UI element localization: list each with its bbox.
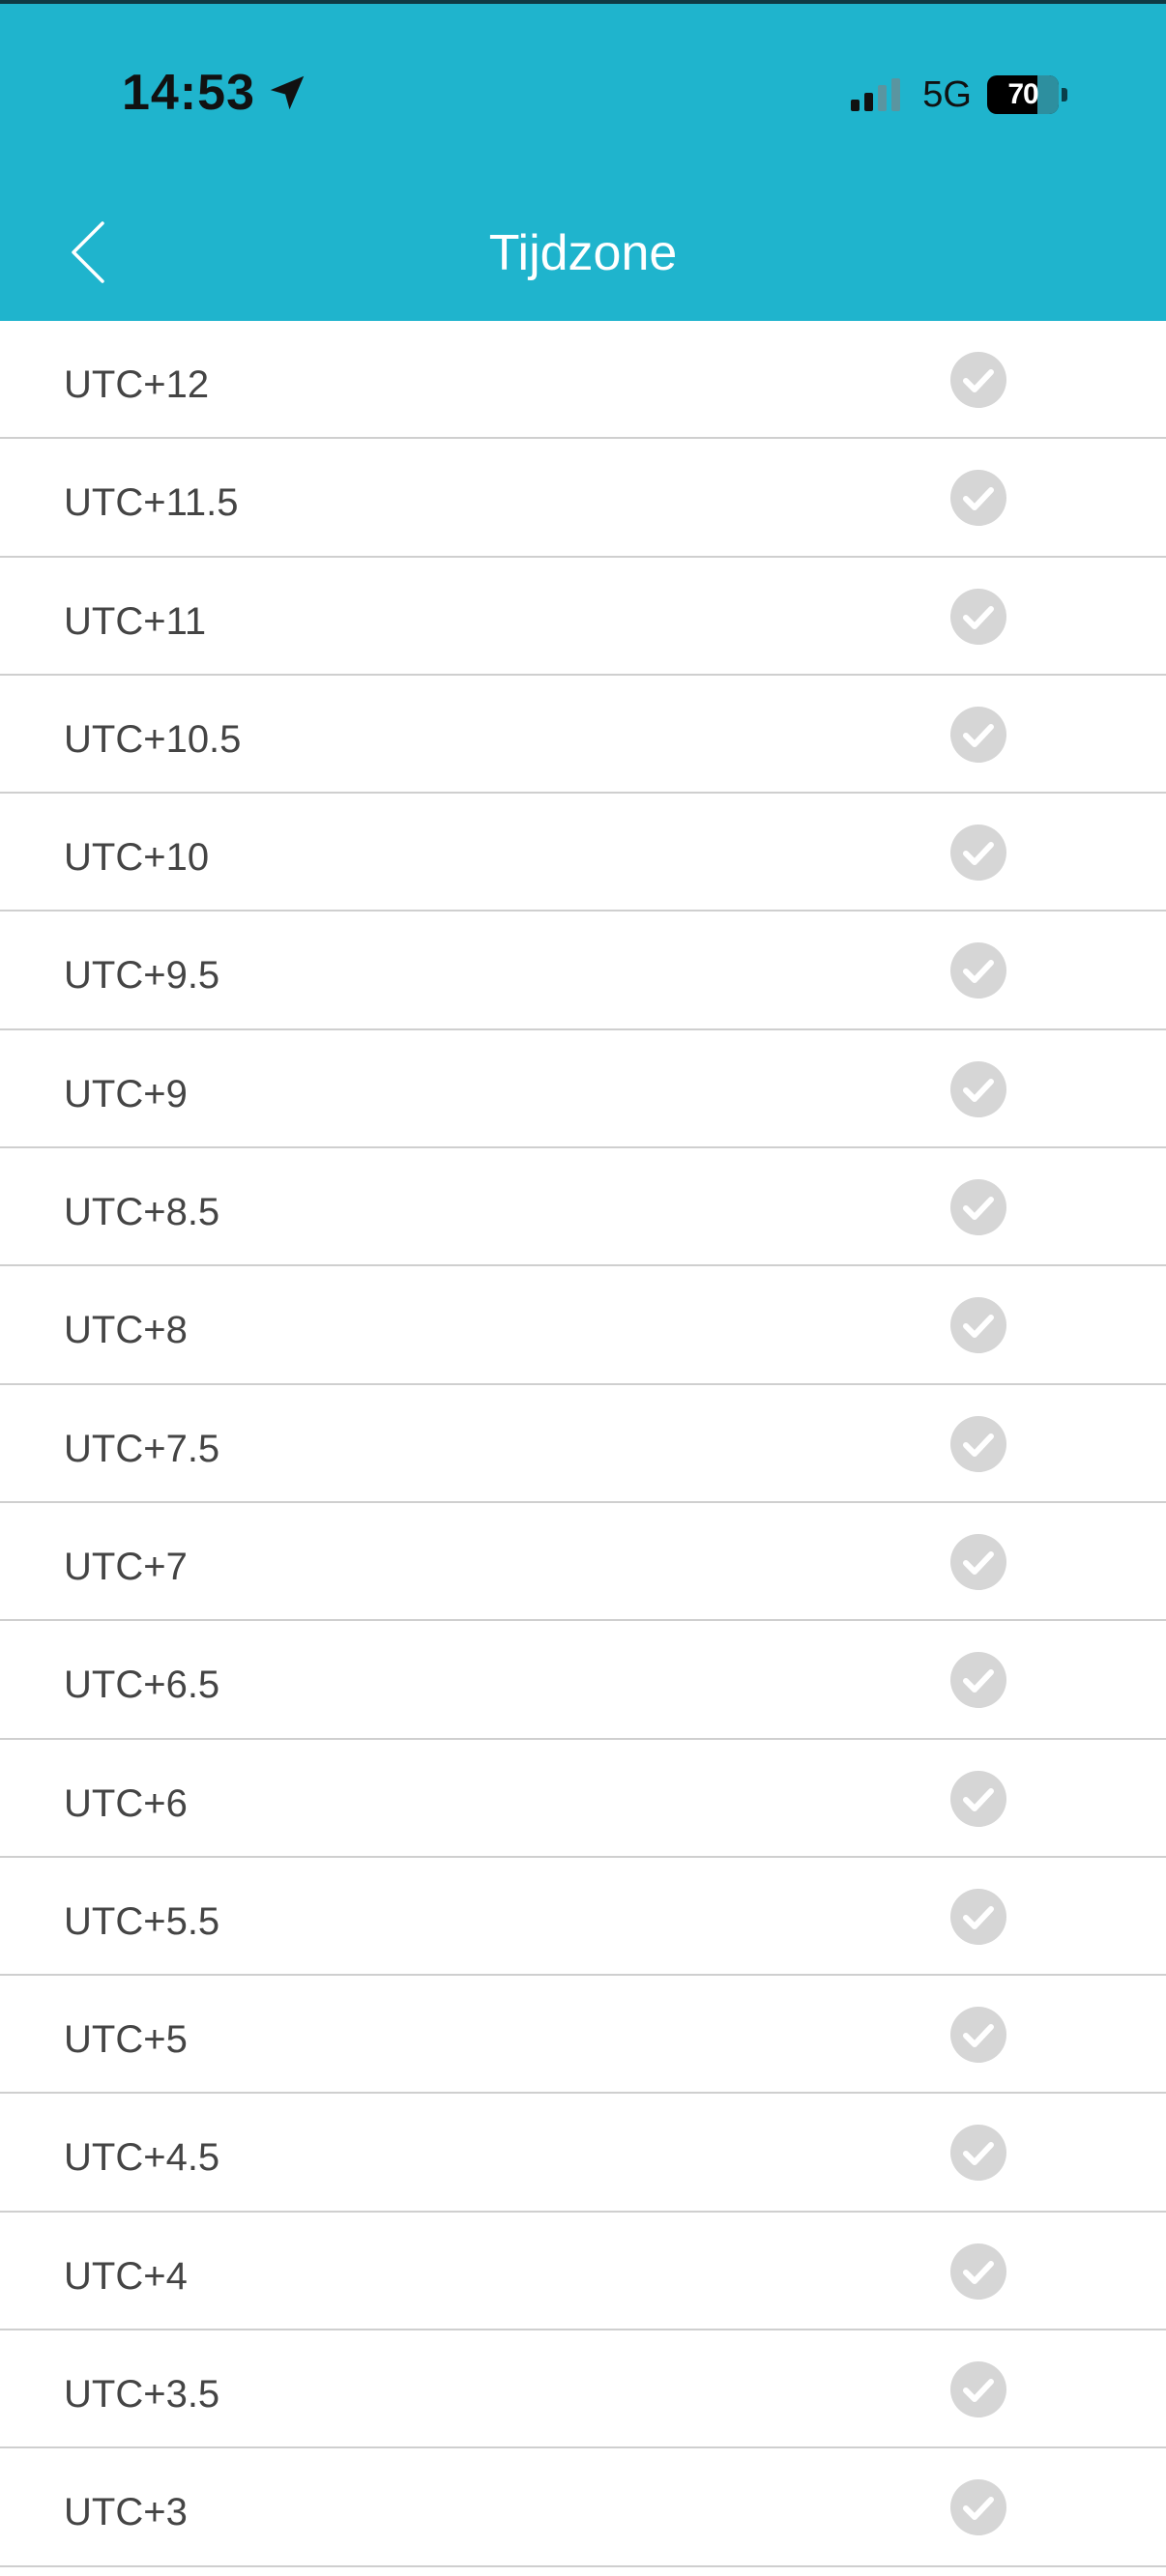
checkmark-circle-icon	[950, 1179, 1006, 1236]
timezone-row[interactable]: UTC+8.5	[0, 1148, 1166, 1267]
cellular-signal-icon	[851, 78, 905, 111]
timezone-row[interactable]: UTC+6.5	[0, 1621, 1166, 1740]
timezone-row[interactable]: UTC+12	[0, 321, 1166, 440]
battery-icon: 70	[987, 75, 1059, 114]
checkmark-circle-icon	[950, 2243, 1006, 2300]
battery-percent-label: 70	[1007, 78, 1038, 110]
timezone-list: UTC+12 UTC+11.5 UTC+11 UTC+10.5 UTC+10 UTC+9.…	[0, 321, 1166, 2567]
checkmark-circle-icon	[950, 825, 1006, 882]
timezone-row[interactable]: UTC+10	[0, 794, 1166, 912]
timezone-row[interactable]: UTC+6	[0, 1740, 1166, 1858]
timezone-label: UTC+9.5	[64, 954, 220, 998]
status-bar-indicators: 5G 70	[851, 72, 1067, 118]
checkmark-circle-icon	[950, 2125, 1006, 2182]
screen-top-edge	[0, 0, 1166, 4]
checkmark-circle-icon	[950, 352, 1006, 408]
timezone-row[interactable]: UTC+5	[0, 1976, 1166, 2095]
timezone-row[interactable]: UTC+7	[0, 1503, 1166, 1622]
checkmark-circle-icon	[950, 2479, 1006, 2536]
checkmark-circle-icon	[950, 1415, 1006, 1472]
checkmark-circle-icon	[950, 1060, 1006, 1117]
battery-tip	[1062, 88, 1067, 101]
timezone-row[interactable]: UTC+11	[0, 558, 1166, 676]
timezone-label: UTC+8	[64, 1309, 188, 1352]
timezone-row[interactable]: UTC+10.5	[0, 676, 1166, 795]
timezone-row[interactable]: UTC+8	[0, 1266, 1166, 1385]
timezone-row[interactable]: UTC+7.5	[0, 1385, 1166, 1503]
checkmark-circle-icon	[950, 1888, 1006, 1945]
network-type-label: 5G	[922, 73, 972, 115]
timezone-row[interactable]: UTC+9.5	[0, 912, 1166, 1030]
checkmark-circle-icon	[950, 1297, 1006, 1354]
timezone-label: UTC+12	[64, 363, 210, 406]
timezone-label: UTC+10	[64, 836, 210, 880]
timezone-label: UTC+6	[64, 1781, 188, 1825]
header-bar: 14:53 5G 70 Tijdzone	[0, 0, 1166, 321]
checkmark-circle-icon	[950, 706, 1006, 763]
timezone-row[interactable]: UTC+9	[0, 1030, 1166, 1149]
timezone-label: UTC+3.5	[64, 2373, 220, 2417]
timezone-row[interactable]: UTC+11.5	[0, 439, 1166, 558]
page-title: Tijdzone	[488, 225, 678, 281]
timezone-label: UTC+5.5	[64, 1899, 220, 1943]
checkmark-circle-icon	[950, 1770, 1006, 1827]
timezone-label: UTC+4	[64, 2254, 188, 2298]
timezone-label: UTC+8.5	[64, 1191, 220, 1234]
timezone-row[interactable]: UTC+4	[0, 2213, 1166, 2331]
timezone-row[interactable]: UTC+5.5	[0, 1858, 1166, 1977]
timezone-label: UTC+3	[64, 2491, 188, 2534]
checkmark-circle-icon	[950, 1533, 1006, 1590]
timezone-row[interactable]: UTC+3	[0, 2448, 1166, 2567]
checkmark-circle-icon	[950, 2361, 1006, 2418]
timezone-label: UTC+4.5	[64, 2136, 220, 2180]
timezone-label: UTC+11.5	[64, 481, 239, 525]
timezone-label: UTC+7	[64, 1545, 188, 1588]
timezone-label: UTC+6.5	[64, 1664, 220, 1707]
checkmark-circle-icon	[950, 470, 1006, 527]
timezone-row[interactable]: UTC+4.5	[0, 2094, 1166, 2213]
checkmark-circle-icon	[950, 942, 1006, 999]
timezone-label: UTC+10.5	[64, 717, 242, 761]
status-bar-time: 14:53	[122, 64, 309, 122]
timezone-label: UTC+7.5	[64, 1427, 220, 1470]
timezone-label: UTC+11	[64, 599, 207, 643]
battery-empty-portion	[1037, 75, 1059, 114]
checkmark-circle-icon	[950, 2007, 1006, 2064]
location-arrow-icon	[270, 75, 305, 110]
timezone-label: UTC+9	[64, 1072, 188, 1115]
checkmark-circle-icon	[950, 1652, 1006, 1709]
status-time-text: 14:53	[122, 65, 255, 121]
timezone-row[interactable]: UTC+3.5	[0, 2330, 1166, 2449]
checkmark-circle-icon	[950, 588, 1006, 645]
timezone-label: UTC+5	[64, 2018, 188, 2062]
